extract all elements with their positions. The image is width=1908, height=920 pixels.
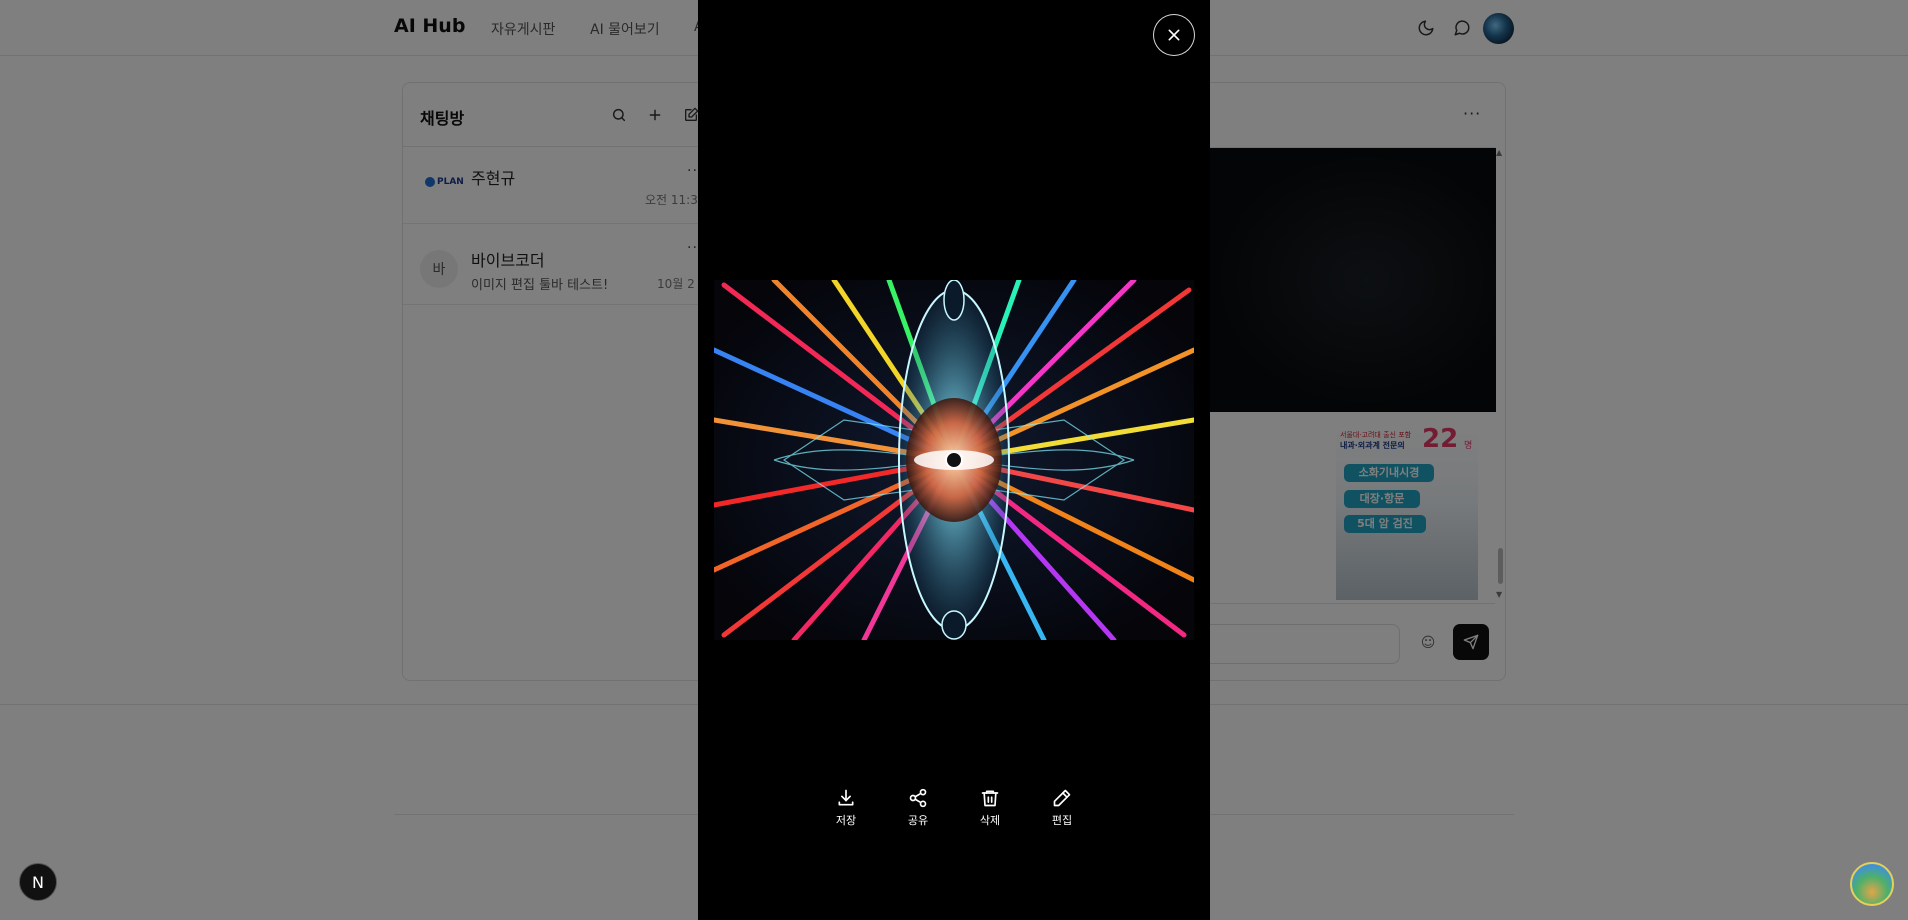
- edit-button[interactable]: 편집: [1037, 788, 1087, 828]
- download-icon: [838, 789, 854, 806]
- pencil-icon: [1053, 789, 1071, 807]
- dev-badge[interactable]: N: [19, 863, 57, 901]
- viewer-toolbar: 저장 공유 삭제 편집: [698, 788, 1210, 838]
- delete-button[interactable]: 삭제: [965, 788, 1015, 828]
- save-button[interactable]: 저장: [821, 788, 871, 828]
- share-icon: [909, 788, 927, 808]
- edit-label: 편집: [1051, 814, 1073, 827]
- image-viewer-modal: 저장 공유 삭제 편집: [698, 0, 1210, 920]
- viewer-image[interactable]: [714, 280, 1194, 640]
- close-icon: [1168, 29, 1180, 41]
- save-label: 저장: [835, 814, 857, 827]
- delete-label: 삭제: [979, 814, 1001, 827]
- floating-assistant-avatar[interactable]: [1850, 862, 1894, 906]
- share-button[interactable]: 공유: [893, 788, 943, 828]
- trash-icon: [981, 790, 999, 807]
- share-label: 공유: [907, 814, 929, 827]
- close-button[interactable]: [1153, 14, 1195, 56]
